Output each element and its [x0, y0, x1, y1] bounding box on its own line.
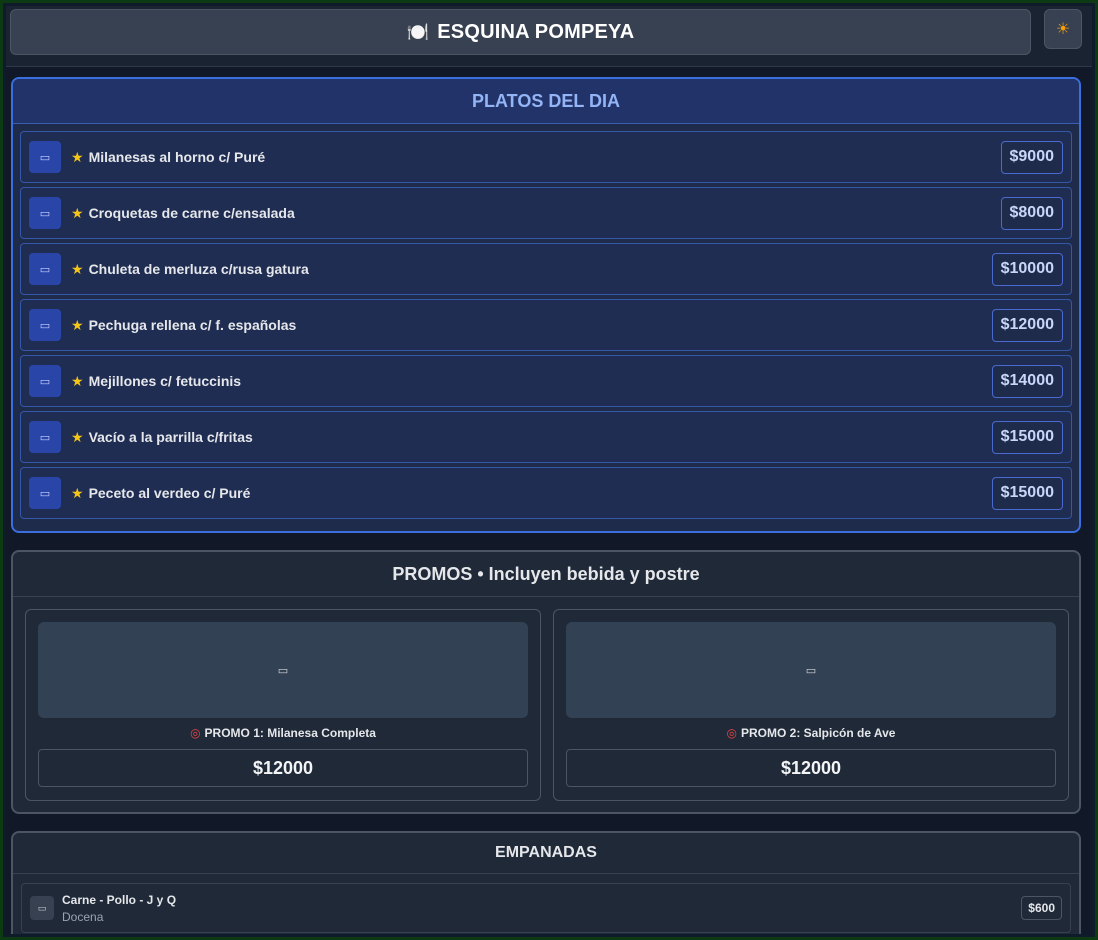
daily-dishes-section: PLATOS DEL DIA ▭ ★ Milanesas al horno c/… [11, 77, 1081, 533]
dish-image-icon: ▭ [29, 197, 61, 229]
top-bar: 🍽️ ESQUINA POMPEYA ☀ [6, 6, 1092, 67]
star-icon: ★ [71, 428, 84, 445]
dish-image-icon: ▭ [29, 365, 61, 397]
promo-image-icon: ▭ [38, 622, 528, 718]
promo-image-icon: ▭ [566, 622, 1056, 718]
promo-name: ◎ PROMO 2: Salpicón de Ave [554, 726, 1068, 740]
star-icon: ★ [71, 260, 84, 277]
dish-image-icon: ▭ [29, 421, 61, 453]
dish-image-icon: ▭ [29, 309, 61, 341]
target-icon: ◎ [726, 726, 737, 740]
dish-image-icon: ▭ [29, 477, 61, 509]
dish-item[interactable]: ▭ ★ Milanesas al horno c/ Puré $9000 [20, 131, 1072, 183]
dish-price: $10000 [991, 252, 1063, 286]
star-icon: ★ [71, 316, 84, 333]
dish-name: Mejillones c/ fetuccinis [88, 373, 242, 389]
dish-price: $15000 [991, 476, 1063, 510]
promo-card[interactable]: ▭ ◎ PROMO 2: Salpicón de Ave $12000 [553, 609, 1069, 801]
dish-price: $15000 [991, 420, 1063, 454]
promos-section: PROMOS • Incluyen bebida y postre ▭ ◎ PRO… [11, 550, 1081, 814]
dish-item[interactable]: ▭ ★ Chuleta de merluza c/rusa gatura $10… [20, 243, 1072, 295]
empanadas-title: EMPANADAS [13, 833, 1079, 874]
dish-name: Vacío a la parrilla c/fritas [88, 429, 253, 445]
dish-name: Croquetas de carne c/ensalada [88, 205, 295, 221]
daily-dishes-title: PLATOS DEL DIA [13, 79, 1079, 124]
dish-item[interactable]: ▭ ★ Pechuga rellena c/ f. españolas $120… [20, 299, 1072, 351]
restaurant-title: 🍽️ ESQUINA POMPEYA [10, 9, 1031, 55]
promo-name-label: PROMO 1: Milanesa Completa [204, 726, 376, 740]
restaurant-name: ESQUINA POMPEYA [437, 20, 635, 43]
star-icon: ★ [71, 484, 84, 501]
dish-item[interactable]: ▭ ★ Croquetas de carne c/ensalada $8000 [20, 187, 1072, 239]
theme-toggle-button[interactable]: ☀ [1044, 9, 1082, 49]
promo-price: $12000 [38, 749, 528, 787]
empanada-image-icon: ▭ [30, 896, 54, 920]
promo-name: ◎ PROMO 1: Milanesa Completa [26, 726, 540, 740]
dish-name: Milanesas al horno c/ Puré [88, 149, 266, 165]
app-root: 🍽️ ESQUINA POMPEYA ☀ PLATOS DEL DIA ▭ ★ … [6, 6, 1092, 934]
dish-price: $14000 [991, 364, 1063, 398]
dish-price: $8000 [1000, 196, 1063, 230]
daily-dishes-list: ▭ ★ Milanesas al horno c/ Puré $9000 ▭ ★… [13, 124, 1079, 519]
dish-name: Pechuga rellena c/ f. españolas [88, 317, 297, 333]
empanada-name: Carne - Pollo - J y Q [62, 893, 177, 907]
star-icon: ★ [71, 372, 84, 389]
dish-name: Chuleta de merluza c/rusa gatura [88, 261, 309, 277]
dish-name: Peceto al verdeo c/ Puré [88, 485, 251, 501]
dish-price: $9000 [1000, 140, 1063, 174]
star-icon: ★ [71, 148, 84, 165]
dish-item[interactable]: ▭ ★ Mejillones c/ fetuccinis $14000 [20, 355, 1072, 407]
dish-item[interactable]: ▭ ★ Peceto al verdeo c/ Puré $15000 [20, 467, 1072, 519]
promo-card[interactable]: ▭ ◎ PROMO 1: Milanesa Completa $12000 [25, 609, 541, 801]
promo-name-label: PROMO 2: Salpicón de Ave [741, 726, 896, 740]
empanada-price: $600 [1021, 896, 1062, 920]
empanadas-section: EMPANADAS ▭ Carne - Pollo - J y Q Docena… [11, 831, 1081, 934]
target-icon: ◎ [190, 726, 201, 740]
promo-price: $12000 [566, 749, 1056, 787]
dish-item[interactable]: ▭ ★ Vacío a la parrilla c/fritas $15000 [20, 411, 1072, 463]
dish-price: $12000 [991, 308, 1063, 342]
promos-title: PROMOS • Incluyen bebida y postre [13, 552, 1079, 597]
plate-icon: 🍽️ [406, 21, 430, 42]
star-icon: ★ [71, 204, 84, 221]
dish-image-icon: ▭ [29, 141, 61, 173]
empanada-unit: Docena [62, 910, 104, 924]
sun-icon: ☀ [1055, 21, 1071, 38]
empanada-item[interactable]: ▭ Carne - Pollo - J y Q Docena $600 [21, 883, 1071, 933]
dish-image-icon: ▭ [29, 253, 61, 285]
